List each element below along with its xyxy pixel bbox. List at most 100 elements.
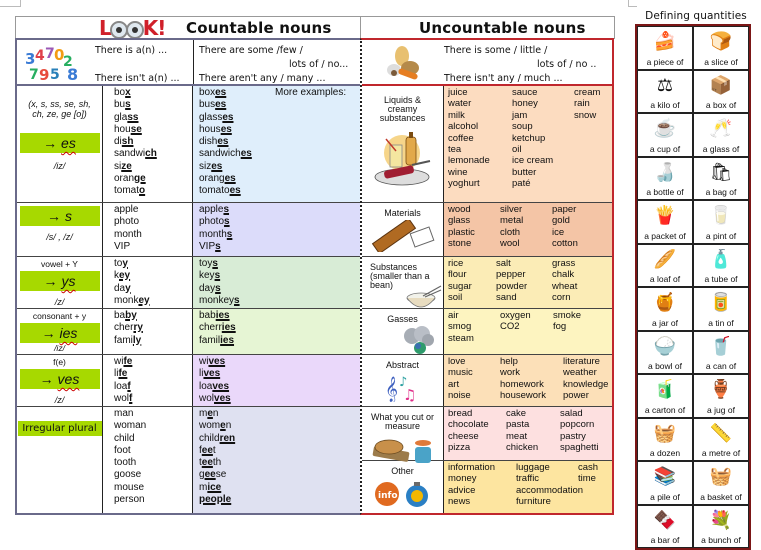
uncountable-word: soil [448, 292, 463, 304]
plural-word: feet [199, 444, 216, 456]
uncountable-word: lemonade [448, 155, 490, 167]
uncountable-word: love [448, 356, 466, 367]
countable-header: L K! Countable nouns [15, 16, 362, 40]
wood-paper-icon [362, 217, 443, 255]
quantity-cell: 📏 a metre of [693, 417, 749, 461]
plural-rule-row: Irregular plural man woman child foot tooth go… [17, 407, 360, 513]
category-name: What you cut or measure [370, 412, 435, 431]
plural-word: months [199, 228, 233, 240]
loaf-icon: 🥖 [653, 248, 677, 269]
more-examples-label: More examples: [275, 87, 347, 98]
flower-basket-icon: 🧺 [709, 466, 733, 486]
quantity-label: a dozen [649, 448, 681, 458]
category-cell: What you cut or measure [362, 407, 444, 463]
singular-word: glass [114, 111, 139, 123]
plural-word: dishes [199, 136, 229, 148]
smoke-icon [392, 324, 443, 356]
arrow-right-icon: → [47, 208, 65, 224]
uncountable-word: air [448, 310, 459, 321]
svg-text:7: 7 [29, 67, 39, 82]
arrow-right-icon: → [43, 135, 62, 151]
quantity-cell: 🍰 a piece of [637, 26, 693, 70]
category-name: Materials [384, 208, 421, 218]
plural-rule-row: → s/s/ , /z/apple photo month VIP apples phot… [17, 203, 360, 257]
stack-icon: 🧺 [653, 422, 677, 443]
rule-condition: (x, s, ss, se, sh, ch, ze, ge [o]) [28, 99, 91, 119]
quantity-cell: 💐 a bunch of [693, 504, 749, 548]
quantity-cell: 📦 a box of [693, 69, 749, 113]
countable-section: 3 4 7 0 2 7 9 5 8 There is a(n) ... Ther… [15, 38, 360, 515]
singular-word: cherry [114, 322, 143, 334]
countable-intro-row: 3 4 7 0 2 7 9 5 8 There is a(n) ... Ther… [17, 40, 360, 86]
plural-column: men women children feet teeth geese mice people [193, 407, 360, 513]
ending-es-label: → es [19, 133, 100, 153]
uncountable-category-row: What you cut or measure bread chocolate che… [362, 407, 612, 463]
uncountable-word: rice [448, 258, 464, 269]
rule-cell: vowel + Y → ys/z/ [17, 257, 103, 308]
quantities-grid: 🍰 a piece of 🍞 a slice of ⚖ a kilo of 📦 a box o… [635, 24, 751, 550]
uncountable-section: There is some / little / lots of / no ..… [360, 38, 614, 515]
plural-word: oranges [199, 173, 236, 185]
word-column: love music art noise [448, 356, 473, 402]
word-column: wood glass plastic stone [448, 204, 475, 250]
quantity-label: a cup of [649, 143, 681, 154]
word-column: bread chocolate cheese pizza [448, 408, 489, 454]
plural-column: wives lives loaves wolves [193, 355, 360, 406]
singular-word: orange [114, 173, 146, 185]
quantity-cell: 🧃 a carton of [637, 374, 693, 418]
uncountable-word: butter [512, 166, 537, 178]
word-column: paper gold ice cotton [552, 204, 578, 250]
uncountable-intro-row: There is some / little / lots of / no ..… [362, 40, 612, 86]
tape-measure-icon: 📏 [709, 422, 733, 443]
quantity-cell: 🧺 a dozen [637, 417, 693, 461]
singular-word: family [114, 334, 142, 346]
quantity-cell: 🧺 a basket of [693, 461, 749, 505]
singular-column: apple photo month VIP [103, 203, 193, 256]
uncountable-word: salt [496, 258, 511, 269]
uncountable-word: yoghurt [448, 178, 480, 190]
tin-can-icon: 🥫 [709, 292, 733, 312]
plural-word: people [199, 494, 232, 506]
quantity-cell: 🥛 a pint of [693, 200, 749, 244]
singular-word: apple [114, 204, 139, 215]
singular-word: woman [114, 420, 147, 432]
plural-positive-phrase-1: There are some /few / [199, 45, 303, 56]
quantity-label: a piece of [646, 56, 684, 67]
uncountable-word: oxygen [500, 310, 531, 321]
arrow-right-icon: → [43, 273, 62, 289]
plural-word: cherries [199, 322, 236, 334]
uncountable-word: chalk [552, 269, 575, 281]
uncountable-word: cotton [552, 238, 578, 250]
singular-positive-phrase: There is a(n) ... [95, 45, 168, 56]
uncountable-word: ice [552, 226, 565, 238]
pronunciation: /iz/ [54, 343, 65, 353]
category-words: rice flour sugar soil salt pepper powder sand gr… [444, 257, 612, 308]
plural-word: families [199, 334, 235, 346]
pile-of-books-icon: 📚 [653, 466, 677, 486]
uncountable-word: cheese [448, 430, 479, 442]
uncountable-word: cream [574, 87, 601, 98]
category-cell: Abstract 𝄞 ♪ ♫ [362, 355, 444, 406]
singular-word: photo [114, 216, 140, 228]
uncountable-word: fog [553, 321, 567, 333]
svg-text:4: 4 [35, 48, 45, 64]
plural-word: tomatoes [199, 185, 241, 197]
singular-word: tooth [114, 457, 137, 469]
info-icon: info [362, 478, 443, 512]
uncountable-word: soup [512, 121, 533, 133]
uncountable-word: flour [448, 269, 467, 281]
singular-word: foot [114, 444, 131, 456]
quantity-label: a packet of [644, 230, 686, 241]
singular-column: man woman child foot tooth goose mouse person [103, 407, 193, 513]
tissue-box-icon: 📦 [709, 74, 733, 95]
ending-suffix: es [61, 135, 76, 151]
category-cell: Liquids & creamy substances [362, 86, 444, 202]
quantity-cell: ⚖ a kilo of [637, 69, 693, 113]
uncountable-word: wine [448, 166, 468, 178]
plural-word: teeth [199, 457, 222, 469]
uncountable-word: snow [574, 109, 597, 121]
plural-rule-row: (x, s, ss, se, sh, ch, ze, ge [o]) → es/i… [17, 86, 360, 203]
uncountable-word: information [448, 462, 495, 473]
plural-word: days [199, 282, 221, 294]
ending-suffix: ves [57, 371, 80, 387]
